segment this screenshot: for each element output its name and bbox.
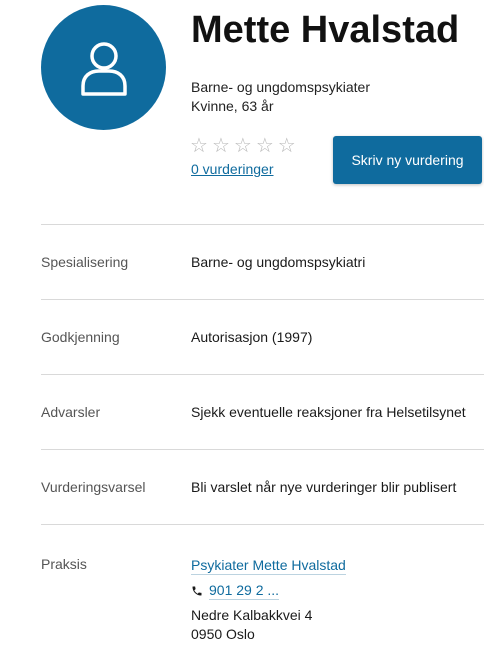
detail-value: Bli varslet når nye vurderinger blir pub… bbox=[191, 479, 457, 495]
star-icon[interactable]: ☆ bbox=[256, 135, 274, 157]
detail-row-approval: Godkjenning Autorisasjon (1997) bbox=[41, 299, 484, 374]
write-review-button[interactable]: Skriv ny vurdering bbox=[333, 136, 482, 184]
star-rating[interactable]: ☆ ☆ ☆ ☆ ☆ bbox=[190, 135, 296, 157]
profile-role: Barne- og ungdomspsykiater bbox=[191, 79, 370, 95]
detail-value: Barne- og ungdomspsykiatri bbox=[191, 254, 366, 270]
ratings-count-link[interactable]: 0 vurderinger bbox=[191, 160, 274, 178]
detail-label: Praksis bbox=[41, 556, 87, 572]
detail-label: Advarsler bbox=[41, 404, 101, 420]
phone-line: 901 29 2 ... bbox=[191, 581, 346, 600]
user-icon bbox=[80, 41, 127, 96]
phone-link[interactable]: 901 29 2 ... bbox=[209, 581, 280, 600]
star-icon[interactable]: ☆ bbox=[212, 135, 230, 157]
avatar bbox=[41, 5, 166, 130]
practice-name-link[interactable]: Psykiater Mette Hvalstad bbox=[191, 556, 346, 575]
detail-row-warnings: Advarsler Sjekk eventuelle reaksjoner fr… bbox=[41, 374, 484, 449]
address-postal: 0950 Oslo bbox=[191, 626, 255, 642]
detail-row-specialization: Spesialisering Barne- og ungdomspsykiatr… bbox=[41, 224, 484, 299]
detail-row-practice: Praksis Psykiater Mette Hvalstad 901 29 … bbox=[41, 524, 484, 644]
detail-label: Spesialisering bbox=[41, 254, 129, 270]
detail-value: Sjekk eventuelle reaksjoner fra Helsetil… bbox=[191, 404, 466, 420]
details-list: Spesialisering Barne- og ungdomspsykiatr… bbox=[41, 224, 484, 644]
profile-gender-age: Kvinne, 63 år bbox=[191, 98, 274, 114]
detail-row-rating-notification: Vurderingsvarsel Bli varslet når nye vur… bbox=[41, 449, 484, 524]
star-icon[interactable]: ☆ bbox=[234, 135, 252, 157]
detail-value: Autorisasjon (1997) bbox=[191, 329, 313, 345]
practice-address: Nedre Kalbakkvei 4 0950 Oslo bbox=[191, 606, 346, 644]
detail-label: Godkjenning bbox=[41, 329, 120, 345]
practice-info: Psykiater Mette Hvalstad 901 29 2 ... Ne… bbox=[191, 556, 346, 644]
address-street: Nedre Kalbakkvei 4 bbox=[191, 607, 313, 623]
star-icon[interactable]: ☆ bbox=[190, 135, 208, 157]
star-icon[interactable]: ☆ bbox=[278, 135, 296, 157]
phone-icon bbox=[192, 586, 202, 595]
page-title: Mette Hvalstad bbox=[191, 9, 460, 51]
detail-label: Vurderingsvarsel bbox=[41, 479, 146, 495]
